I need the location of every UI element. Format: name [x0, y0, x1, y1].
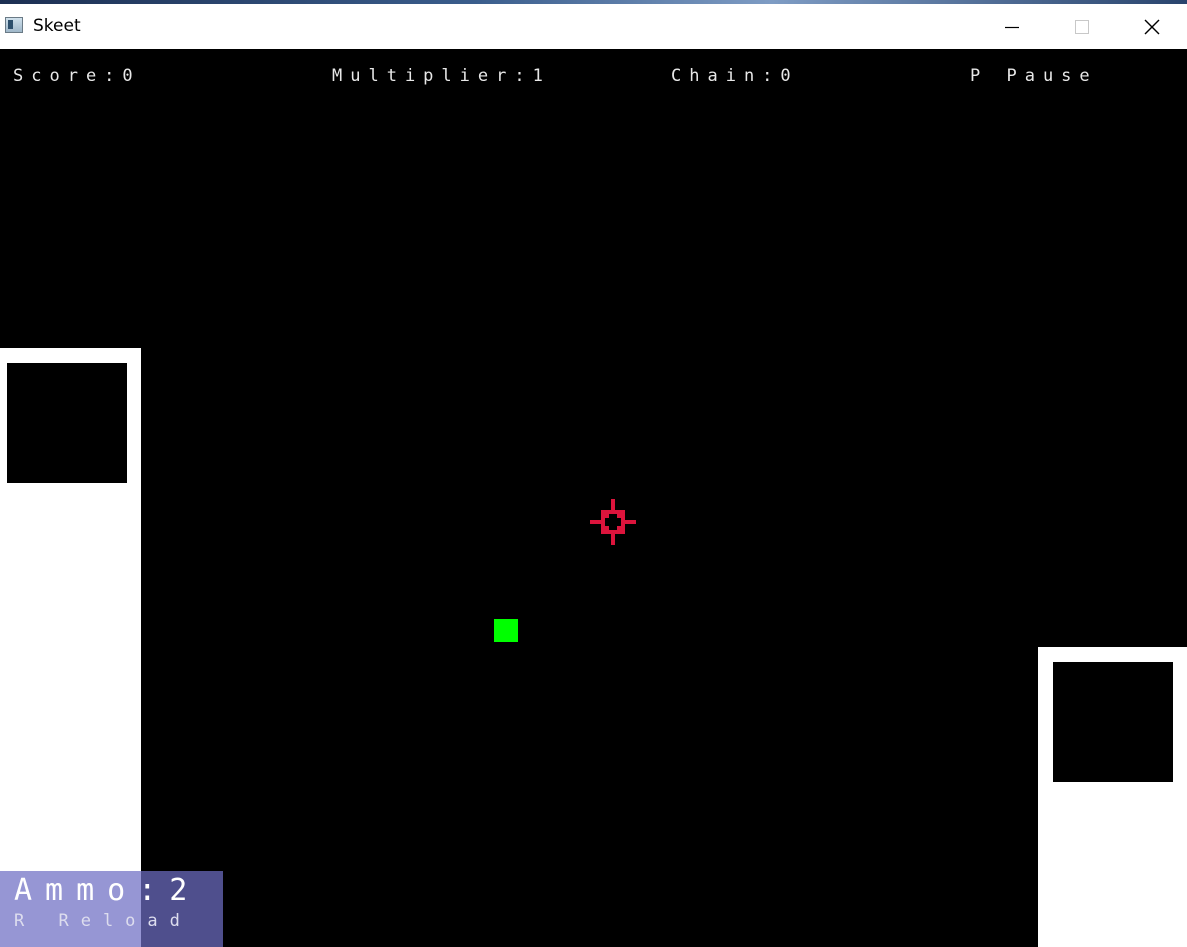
minimize-icon [1005, 26, 1019, 28]
close-icon [1144, 19, 1160, 34]
left-house-window [7, 363, 127, 483]
maximize-button[interactable] [1047, 4, 1117, 49]
left-launcher-house [0, 348, 141, 947]
skeet-target[interactable] [494, 619, 518, 642]
right-house-window [1053, 662, 1173, 782]
maximize-icon [1075, 19, 1089, 34]
score-display: Score:0 [13, 66, 141, 86]
window-title: Skeet [33, 16, 81, 36]
multiplier-display: Multiplier:1 [332, 66, 551, 86]
window-titlebar[interactable]: Skeet [0, 4, 1187, 49]
reload-hint: R Reload [14, 911, 192, 931]
close-button[interactable] [1117, 4, 1187, 49]
ammo-counter: Ammo:2 [14, 873, 201, 908]
crosshair-icon [590, 499, 636, 545]
pause-hint: P Pause [970, 66, 1098, 86]
ammo-panel: Ammo:2 R Reload [0, 871, 223, 947]
game-canvas[interactable]: Score:0 Multiplier:1 Chain:0 P Pause Amm… [0, 49, 1187, 947]
right-launcher-house [1038, 647, 1187, 947]
app-window-icon [5, 17, 23, 33]
minimize-button[interactable] [977, 4, 1047, 49]
chain-display: Chain:0 [671, 66, 799, 86]
